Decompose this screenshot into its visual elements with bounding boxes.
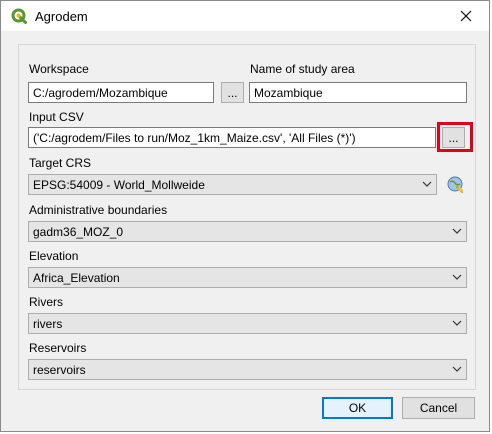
chevron-down-icon bbox=[452, 228, 462, 234]
rivers-value: rivers bbox=[33, 317, 63, 331]
elevation-select[interactable]: Africa_Elevation bbox=[28, 267, 467, 288]
study-area-input[interactable]: Mozambique bbox=[249, 82, 467, 103]
admin-boundaries-label: Administrative boundaries bbox=[29, 203, 168, 217]
workspace-browse-button[interactable]: ... bbox=[221, 82, 244, 103]
rivers-select[interactable]: rivers bbox=[28, 313, 467, 334]
input-csv-input[interactable]: ('C:/agrodem/Files to run/Moz_1km_Maize.… bbox=[28, 127, 436, 148]
reservoirs-select[interactable]: reservoirs bbox=[28, 359, 467, 380]
elevation-value: Africa_Elevation bbox=[33, 271, 120, 285]
input-csv-label: Input CSV bbox=[29, 110, 84, 124]
admin-boundaries-value: gadm36_MOZ_0 bbox=[33, 225, 124, 239]
agrodem-dialog: Agrodem Workspace C:/agrodem/Mozambique … bbox=[0, 0, 490, 432]
chevron-down-icon bbox=[452, 274, 462, 280]
close-icon bbox=[460, 10, 472, 22]
rivers-label: Rivers bbox=[29, 295, 64, 309]
admin-boundaries-select[interactable]: gadm36_MOZ_0 bbox=[28, 221, 467, 242]
qgis-logo-icon bbox=[11, 8, 27, 24]
study-area-label: Name of study area bbox=[250, 62, 355, 76]
reservoirs-value: reservoirs bbox=[33, 363, 86, 377]
chevron-down-icon bbox=[452, 366, 462, 372]
highlight-box bbox=[437, 122, 473, 152]
elevation-label: Elevation bbox=[29, 249, 79, 263]
ok-button[interactable]: OK bbox=[322, 397, 393, 419]
chevron-down-icon bbox=[452, 320, 462, 326]
window-title: Agrodem bbox=[35, 9, 88, 24]
workspace-label: Workspace bbox=[29, 62, 89, 76]
close-button[interactable] bbox=[443, 1, 489, 31]
cancel-button[interactable]: Cancel bbox=[402, 397, 475, 419]
target-crs-label: Target CRS bbox=[29, 156, 92, 170]
target-crs-value: EPSG:54009 - World_Mollweide bbox=[33, 178, 205, 192]
workspace-input[interactable]: C:/agrodem/Mozambique bbox=[28, 82, 214, 103]
chevron-down-icon bbox=[422, 181, 432, 187]
title-bar[interactable]: Agrodem bbox=[1, 1, 489, 31]
target-crs-select[interactable]: EPSG:54009 - World_Mollweide bbox=[28, 174, 437, 195]
reservoirs-label: Reservoirs bbox=[29, 341, 87, 355]
crs-selector-icon[interactable] bbox=[445, 174, 466, 195]
